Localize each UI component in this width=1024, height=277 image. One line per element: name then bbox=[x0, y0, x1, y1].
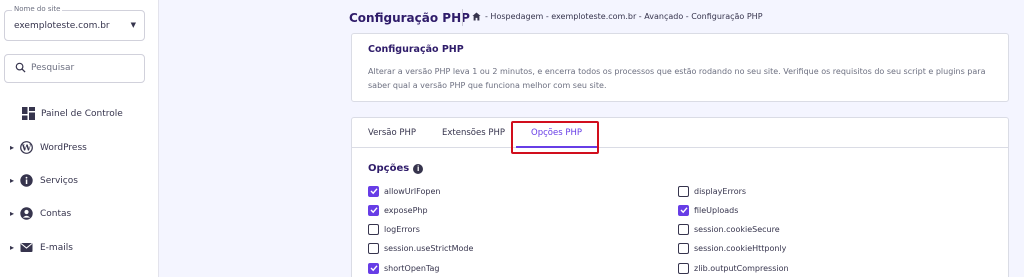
sidebar-item-services[interactable]: ▸ Serviços bbox=[0, 170, 158, 192]
chevron-right-icon: ▸ bbox=[10, 143, 15, 152]
option-label: zlib.outputCompression bbox=[694, 263, 789, 273]
sidebar-item-label: E-mails bbox=[40, 243, 73, 253]
breadcrumb-path: - Hospedagem - exemploteste.com.br - Ava… bbox=[485, 12, 763, 21]
page-title: Configuração PHP bbox=[349, 11, 470, 25]
checkbox[interactable] bbox=[368, 223, 379, 235]
checkbox[interactable] bbox=[678, 185, 689, 197]
info-icon bbox=[20, 174, 33, 187]
sidebar-item-emails[interactable]: ▸ E-mails bbox=[0, 237, 158, 259]
sidebar-item-label: Contas bbox=[40, 209, 72, 219]
header-divider bbox=[462, 9, 463, 26]
option-session-usestrictmode[interactable]: session.useStrictMode bbox=[368, 241, 473, 255]
option-label: exposePhp bbox=[384, 205, 428, 215]
search-input[interactable]: Pesquisar bbox=[4, 54, 145, 83]
site-select-label: Nome do site bbox=[12, 5, 63, 13]
sidebar-item-label: WordPress bbox=[40, 143, 87, 153]
php-options-panel: Versão PHP Extensões PHP Opções PHP Opçõ… bbox=[351, 117, 1009, 277]
checkbox[interactable] bbox=[368, 204, 379, 216]
search-icon bbox=[15, 62, 26, 73]
checkbox[interactable] bbox=[678, 223, 689, 235]
option-displayerrors[interactable]: displayErrors bbox=[678, 184, 746, 198]
option-shortopentag[interactable]: shortOpenTag bbox=[368, 261, 439, 275]
mail-icon bbox=[20, 243, 33, 252]
option-label: logErrors bbox=[384, 224, 420, 234]
check-icon bbox=[370, 265, 378, 272]
checkbox[interactable] bbox=[368, 185, 379, 197]
site-select-value: exemploteste.com.br bbox=[14, 21, 110, 31]
option-session-cookiehttponly[interactable]: session.cookieHttponly bbox=[678, 241, 786, 255]
option-session-cookiesecure[interactable]: session.cookieSecure bbox=[678, 222, 780, 236]
info-icon[interactable]: i bbox=[413, 163, 424, 174]
wordpress-icon: W bbox=[20, 141, 33, 154]
info-card-description: Alterar a versão PHP leva 1 ou 2 minutos… bbox=[368, 67, 986, 90]
tab-php-version[interactable]: Versão PHP bbox=[368, 128, 416, 138]
site-select[interactable]: Nome do site exemploteste.com.br ▼ bbox=[4, 5, 145, 41]
sidebar-item-label: Serviços bbox=[40, 176, 78, 186]
option-label: session.useStrictMode bbox=[384, 243, 474, 253]
option-label: session.cookieSecure bbox=[694, 224, 780, 234]
chevron-right-icon: ▸ bbox=[10, 209, 15, 218]
option-exposephp[interactable]: exposePhp bbox=[368, 203, 428, 217]
option-label: allowUrlFopen bbox=[384, 186, 441, 196]
breadcrumb: - Hospedagem - exemploteste.com.br - Ava… bbox=[472, 12, 763, 21]
sidebar-item-label: Painel de Controle bbox=[41, 109, 123, 119]
checkbox[interactable] bbox=[678, 204, 689, 216]
info-card: Configuração PHP Alterar a versão PHP le… bbox=[351, 33, 1009, 102]
home-icon[interactable] bbox=[472, 12, 481, 21]
sidebar-item-wordpress[interactable]: ▸ W WordPress bbox=[0, 137, 158, 159]
check-icon bbox=[370, 188, 378, 195]
chevron-down-icon: ▼ bbox=[130, 21, 136, 29]
check-icon bbox=[680, 207, 688, 214]
checkbox[interactable] bbox=[368, 242, 379, 254]
sidebar-item-dashboard[interactable]: Painel de Controle bbox=[0, 103, 158, 125]
sidebar: Nome do site exemploteste.com.br ▼ Pesqu… bbox=[0, 0, 159, 277]
user-icon bbox=[20, 207, 33, 220]
highlight-box bbox=[511, 121, 599, 154]
info-card-title: Configuração PHP bbox=[368, 44, 464, 55]
checkbox[interactable] bbox=[678, 262, 689, 274]
checkbox[interactable] bbox=[678, 242, 689, 254]
search-placeholder: Pesquisar bbox=[31, 63, 75, 73]
check-icon bbox=[370, 207, 378, 214]
option-zlib-outputcompression[interactable]: zlib.outputCompression bbox=[678, 261, 789, 275]
checkbox[interactable] bbox=[368, 262, 379, 274]
option-label: fileUploads bbox=[694, 205, 739, 215]
options-title: Opções i bbox=[368, 163, 424, 174]
chevron-right-icon: ▸ bbox=[10, 176, 15, 185]
tabs-bar: Versão PHP Extensões PHP Opções PHP bbox=[352, 118, 1008, 148]
svg-text:W: W bbox=[21, 144, 32, 154]
tab-php-extensions[interactable]: Extensões PHP bbox=[442, 128, 505, 138]
chevron-right-icon: ▸ bbox=[10, 243, 15, 252]
dashboard-icon bbox=[22, 107, 35, 120]
option-label: shortOpenTag bbox=[384, 263, 440, 273]
option-logerrors[interactable]: logErrors bbox=[368, 222, 420, 236]
option-allowurlfopen[interactable]: allowUrlFopen bbox=[368, 184, 440, 198]
options-title-text: Opções bbox=[368, 163, 410, 174]
option-label: session.cookieHttponly bbox=[694, 243, 787, 253]
option-fileuploads[interactable]: fileUploads bbox=[678, 203, 738, 217]
sidebar-item-accounts[interactable]: ▸ Contas bbox=[0, 203, 158, 225]
option-label: displayErrors bbox=[694, 186, 747, 196]
